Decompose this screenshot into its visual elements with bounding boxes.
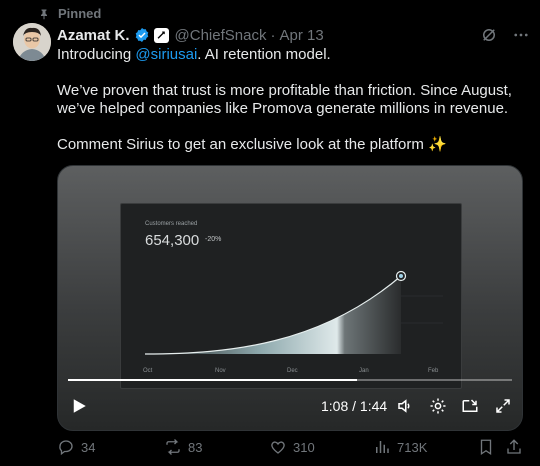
reply-button[interactable]: 34	[57, 438, 95, 456]
post-date[interactable]: Apr 13	[279, 27, 323, 44]
verified-badge-icon[interactable]	[134, 27, 150, 43]
like-button[interactable]: 310	[269, 438, 315, 456]
author-handle[interactable]: @ChiefSnack	[175, 27, 267, 44]
video-frame-x-tick: Nov	[215, 368, 226, 374]
video-player[interactable]: Customers reached 654,300 -20% Oct Nov D…	[57, 165, 523, 431]
tweet-paragraph-3: Comment Sirius to get an exclusive look …	[57, 136, 447, 153]
grok-icon[interactable]	[480, 26, 498, 44]
video-frame-x-tick: Dec	[287, 368, 298, 374]
more-options-icon[interactable]	[512, 26, 530, 44]
video-frame-x-tick: Oct	[143, 368, 153, 374]
video-progress-fill	[68, 379, 357, 381]
fullscreen-icon[interactable]	[494, 397, 512, 415]
share-icon[interactable]	[505, 438, 523, 456]
video-controls: 1:08 / 1:44	[58, 394, 522, 418]
reply-icon	[59, 440, 73, 456]
tweet-paragraph-2: We’ve proven that trust is more profitab…	[57, 82, 512, 117]
tweet-actions: 34 83 310 713K	[57, 438, 526, 458]
author-name[interactable]: Azamat K.	[57, 27, 130, 44]
pin-icon	[41, 9, 47, 19]
repost-button[interactable]: 83	[164, 438, 202, 456]
tweet-text: Introducing @siriusai. AI retention mode…	[57, 46, 526, 154]
like-count: 310	[293, 439, 315, 455]
play-icon[interactable]	[70, 397, 88, 415]
meta-separator: ·	[270, 26, 276, 44]
intro-suffix: . AI retention model.	[197, 46, 331, 63]
pinned-indicator: Pinned	[38, 6, 101, 21]
settings-gear-icon[interactable]	[429, 397, 447, 415]
video-frame-x-tick: Jan	[359, 368, 369, 374]
picture-in-picture-icon[interactable]	[461, 397, 479, 415]
views-button[interactable]: 713K	[373, 438, 427, 456]
pinned-label: Pinned	[58, 6, 102, 21]
volume-icon[interactable]	[396, 397, 414, 415]
avatar[interactable]	[13, 23, 51, 61]
bookmark-icon[interactable]	[477, 438, 495, 456]
heart-icon	[271, 441, 285, 454]
video-frame-x-tick: Feb	[428, 368, 439, 374]
reply-count: 34	[81, 439, 96, 455]
affiliate-badge-icon[interactable]	[153, 27, 169, 43]
video-frame-curve	[144, 270, 443, 355]
video-frame-dashboard: Customers reached 654,300 -20% Oct Nov D…	[120, 203, 462, 389]
tweet-header: Azamat K. @ChiefSnack · Apr 13	[57, 25, 530, 45]
views-analytics-icon	[376, 441, 389, 453]
repost-count: 83	[188, 439, 203, 455]
views-count: 713K	[397, 439, 428, 455]
tweet[interactable]: Pinned Azamat K. @ChiefSnack · Apr 13 In…	[0, 0, 540, 466]
repost-icon	[166, 439, 180, 455]
mention-link[interactable]: @siriusai	[135, 46, 197, 63]
video-time: 1:08 / 1:44	[321, 398, 388, 414]
intro-text: Introducing	[57, 46, 136, 63]
video-progress-bar[interactable]	[68, 379, 512, 381]
tweet-line-1: Introducing @siriusai. AI retention mode…	[57, 46, 526, 64]
avatar-image	[13, 23, 51, 61]
